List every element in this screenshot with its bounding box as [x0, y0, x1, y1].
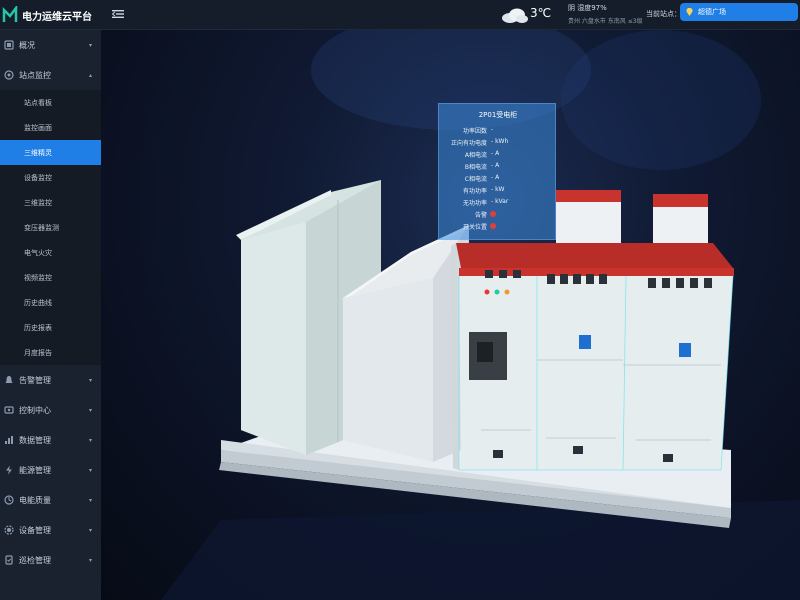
chevron-down-icon: ▾ [88, 527, 92, 534]
info-label: 正向有功电度 [450, 140, 487, 147]
info-label: B相电流 [464, 164, 487, 171]
info-label: 开关位置 [462, 224, 487, 231]
sidebar-item-history-report[interactable]: 历史报表 [0, 315, 101, 340]
chevron-down-icon: ▾ [88, 42, 92, 49]
device-icon [4, 525, 14, 535]
sidebar-item-3d-sprite[interactable]: 三维精灵 [0, 140, 101, 165]
info-label: C相电流 [464, 176, 487, 183]
cabinet-back-right[interactable] [653, 194, 708, 245]
nav-group-label: 巡检管理 [19, 555, 51, 565]
top-header: 电力运维云平台 3℃ 阴 湿度97% 贵州 六盘水市 东南风 ≤3级 当前站点：… [0, 0, 800, 30]
info-value: - kWh [491, 138, 509, 145]
chevron-up-icon: ▴ [88, 72, 92, 79]
sidebar-item-3d-monitor[interactable]: 三维监控 [0, 190, 101, 215]
3d-scene-viewport[interactable]: 2P01受电柜 功率因数 - 正向有功电度 - kWh A相电流 - A B相电流 - … [101, 30, 800, 600]
chevron-down-icon: ▾ [88, 557, 92, 564]
chevron-down-icon: ▾ [88, 377, 92, 384]
info-value: - kVar [491, 198, 509, 205]
nav-group-label: 电能质量 [19, 495, 51, 505]
monitor-icon [4, 70, 14, 80]
info-label: 功率因数 [462, 128, 487, 135]
nav-group-label: 设备管理 [19, 525, 51, 535]
temperature: 3℃ [530, 6, 552, 20]
app-title: 电力运维云平台 [22, 11, 92, 23]
info-value: - [491, 126, 494, 133]
sidebar-item-history-curve[interactable]: 历史曲线 [0, 290, 101, 315]
site-selector[interactable]: 超德广场 [680, 3, 798, 21]
sidebar: 概况 ▾ 站点监控 ▴ 站点看板 监控画面 三维精灵 设备监控 三维监控 变压器… [0, 30, 101, 600]
energy-icon [6, 465, 12, 475]
info-row: 功率因数 - [439, 126, 557, 138]
cabinet-info-panel: 2P01受电柜 功率因数 - 正向有功电度 - kWh A相电流 - A B相电流 - … [438, 103, 556, 240]
menu-toggle-icon[interactable] [112, 8, 124, 20]
location-pin-icon [686, 8, 693, 16]
info-row: 正向有功电度 - kWh [439, 138, 557, 150]
info-row: 无功功率 - kVar [439, 198, 557, 210]
nav-group-device[interactable]: 设备管理 ▾ [0, 515, 101, 545]
inspect-icon [5, 555, 13, 565]
nav-group-label: 控制中心 [19, 405, 51, 415]
overview-icon [4, 40, 14, 50]
alarm-icon [5, 376, 13, 383]
info-row-alarm: 告警 [439, 210, 557, 222]
chevron-down-icon: ▾ [88, 467, 92, 474]
current-site-label: 当前站点： [646, 10, 681, 18]
info-value: - A [491, 162, 500, 169]
chevron-down-icon: ▾ [88, 497, 92, 504]
weather-condition: 阴 湿度97% [568, 4, 607, 12]
control-icon [4, 406, 14, 414]
info-label: A相电流 [464, 152, 487, 159]
info-row: B相电流 - A [439, 162, 557, 174]
nav-group-data[interactable]: 数据管理 ▾ [0, 425, 101, 455]
switch-status-indicator [490, 223, 496, 229]
logo-icon [2, 6, 18, 22]
nav-group-inspection[interactable]: 巡检管理 ▾ [0, 545, 101, 575]
cabinet-back-center[interactable] [556, 190, 621, 245]
alarm-status-indicator [490, 211, 496, 217]
info-panel-title: 2P01受电柜 [478, 111, 518, 119]
info-row: C相电流 - A [439, 174, 557, 186]
chevron-down-icon: ▾ [88, 407, 92, 414]
sidebar-item-electrical-fire[interactable]: 电气火灾 [0, 240, 101, 265]
sidebar-item-monthly-report[interactable]: 月度报告 [0, 340, 101, 365]
nav-group-overview[interactable]: 概况 ▾ [0, 30, 101, 60]
weather-location: 贵州 六盘水市 东南风 ≤3级 [568, 18, 643, 25]
site-selector-value: 超德广场 [698, 8, 726, 16]
nav-group-alarm[interactable]: 告警管理 ▾ [0, 365, 101, 395]
nav-group-label: 能源管理 [19, 465, 51, 475]
cloud-icon [502, 8, 528, 23]
sidebar-item-video-monitor[interactable]: 视频监控 [0, 265, 101, 290]
info-label: 有功功率 [462, 188, 487, 195]
quality-icon [4, 495, 14, 505]
nav-group-energy[interactable]: 能源管理 ▾ [0, 455, 101, 485]
info-row-switch: 开关位置 [439, 222, 557, 234]
info-row: 有功功率 - kW [439, 186, 557, 198]
nav-group-label: 概况 [19, 40, 35, 50]
chevron-down-icon: ▾ [88, 437, 92, 444]
nav-group-label: 告警管理 [19, 375, 51, 385]
switchgear-cabinet-row[interactable] [451, 243, 734, 471]
nav-group-power-quality[interactable]: 电能质量 ▾ [0, 485, 101, 515]
info-label: 无功功率 [462, 200, 487, 207]
data-icon [5, 436, 13, 444]
sidebar-item-transformer-monitor[interactable]: 变压器监测 [0, 215, 101, 240]
weather-widget: 3℃ 阴 湿度97% 贵州 六盘水市 东南风 ≤3级 [500, 2, 643, 28]
nav-group-control[interactable]: 控制中心 ▾ [0, 395, 101, 425]
sidebar-item-monitor-screen[interactable]: 监控画面 [0, 115, 101, 140]
info-label: 告警 [474, 212, 487, 219]
info-value: - A [491, 150, 500, 157]
app-logo[interactable]: 电力运维云平台 [0, 0, 102, 30]
info-row: A相电流 - A [439, 150, 557, 162]
nav-group-label: 站点监控 [19, 70, 51, 80]
info-value: - A [491, 174, 500, 181]
nav-group-site-monitor[interactable]: 站点监控 ▴ [0, 60, 101, 90]
sidebar-item-device-monitor[interactable]: 设备监控 [0, 165, 101, 190]
info-value: - kW [491, 186, 505, 193]
nav-group-label: 数据管理 [19, 435, 51, 445]
sidebar-item-site-board[interactable]: 站点看板 [0, 90, 101, 115]
